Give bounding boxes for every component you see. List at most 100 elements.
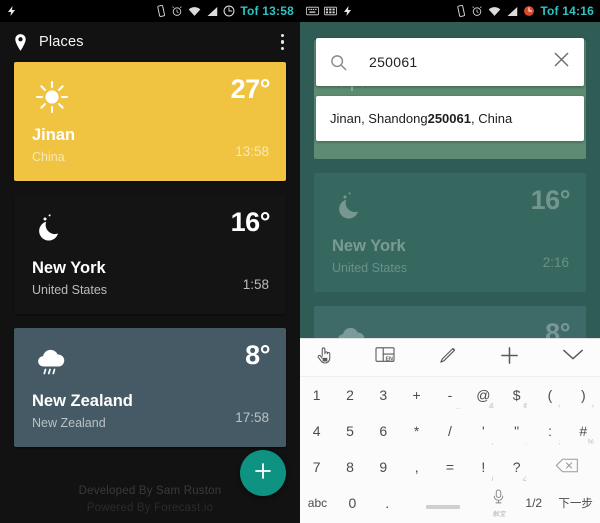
key-spacebar[interactable] xyxy=(405,485,482,521)
left-status-right-icons: Tof 13:58 xyxy=(156,4,294,18)
key-equals[interactable]: = xyxy=(433,449,466,485)
wifi-icon xyxy=(488,6,501,17)
key-slash[interactable]: / xyxy=(433,413,466,449)
key-minus[interactable]: - _ xyxy=(433,377,466,413)
key-paren-close[interactable]: ) › xyxy=(567,377,600,413)
key-label: 2 xyxy=(346,387,354,403)
key-paren-open[interactable]: (‹ xyxy=(533,377,566,413)
key-6[interactable]: 6 xyxy=(367,413,400,449)
key-3[interactable]: 3 xyxy=(367,377,400,413)
key-7[interactable]: 7 xyxy=(300,449,333,485)
place-pin-icon xyxy=(14,33,27,51)
key-label: ( xyxy=(547,387,553,403)
key-quote[interactable]: ". xyxy=(500,413,533,449)
key-at[interactable]: @ & xyxy=(467,377,500,413)
overflow-menu-icon[interactable] xyxy=(279,30,287,55)
search-bar[interactable]: 250061 xyxy=(316,38,584,86)
place-card-jinan[interactable]: 27° Jinan China 13:58 xyxy=(14,62,286,181)
key-next[interactable]: 下一步 xyxy=(551,485,600,521)
right-status-bar: Tof 14:16 xyxy=(300,0,600,22)
key-exclamation[interactable]: ! ¡ xyxy=(467,449,500,485)
card-time: 13:58 xyxy=(235,144,269,159)
key-9[interactable]: 9 xyxy=(367,449,400,485)
keyboard-icon xyxy=(306,6,319,16)
card-time: 17:58 xyxy=(235,410,269,425)
search-suggestion-item[interactable]: Jinan, Shandong 250061, China xyxy=(316,96,584,141)
right-status-left-icons xyxy=(306,5,354,17)
keyboard-row-4: abc 0 . 触宝 1/2 下一步 xyxy=(300,485,600,521)
hand-cursor-icon[interactable] xyxy=(316,346,333,370)
key-label: 1/2 xyxy=(525,496,543,510)
left-status-left-icons xyxy=(6,5,18,17)
action-bar: Places xyxy=(0,22,300,62)
key-label: 8 xyxy=(346,459,354,475)
key-4[interactable]: 4 xyxy=(300,413,333,449)
plus-icon[interactable] xyxy=(499,345,520,371)
key-voice-input[interactable]: 触宝 xyxy=(481,485,516,521)
overflow-dot xyxy=(280,33,284,38)
key-0[interactable]: 0 xyxy=(335,485,370,521)
key-asterisk[interactable]: * xyxy=(400,413,433,449)
suggestion-prefix: Jinan, Shandong xyxy=(330,111,428,126)
key-label: . xyxy=(385,495,390,511)
close-icon[interactable] xyxy=(553,51,570,73)
alarm-icon xyxy=(171,5,183,17)
key-2[interactable]: 2 xyxy=(333,377,366,413)
key-apostrophe[interactable]: ', xyxy=(467,413,500,449)
key-hash[interactable]: #% xyxy=(567,413,600,449)
add-place-button[interactable] xyxy=(240,450,286,496)
page-title: Places xyxy=(39,34,84,50)
spacebar-icon xyxy=(426,505,461,509)
microphone-icon xyxy=(492,488,505,509)
search-icon xyxy=(330,54,347,71)
left-status-bar: Tof 13:58 xyxy=(0,0,300,22)
left-carrier-label: Tof xyxy=(240,4,259,18)
key-sub-label: › xyxy=(591,401,594,410)
place-card-new-york[interactable]: 16° New York United States 1:58 xyxy=(14,195,286,314)
chevron-down-icon[interactable] xyxy=(562,348,584,367)
keyboard-layout-en-icon[interactable]: EN xyxy=(375,346,395,369)
key-label: : xyxy=(548,423,552,439)
card-temperature: 16° xyxy=(530,185,571,215)
key-label: = xyxy=(445,459,455,475)
key-plus[interactable]: + xyxy=(400,377,433,413)
key-page-indicator[interactable]: 1/2 xyxy=(516,485,551,521)
key-label: 下一步 xyxy=(558,498,593,510)
right-phone-panel: Tof 14:16 27° Jinan China 14:16 xyxy=(300,0,600,523)
keyboard-layout-icon xyxy=(324,6,337,16)
key-period[interactable]: . xyxy=(370,485,405,521)
key-label: ? xyxy=(512,459,521,475)
key-5[interactable]: 5 xyxy=(333,413,366,449)
key-label: ! xyxy=(481,459,486,475)
card-time: 2:16 xyxy=(542,255,569,270)
key-dollar[interactable]: $ ¢ xyxy=(500,377,533,413)
dimmed-place-card-new-york[interactable]: 16° New York United States 2:16 xyxy=(314,173,586,292)
card-country: China xyxy=(32,150,65,164)
key-sub-label: ¢ xyxy=(523,401,528,410)
key-sub-label: ‹ xyxy=(558,401,561,410)
overflow-dot xyxy=(280,46,284,51)
key-colon[interactable]: :; xyxy=(533,413,566,449)
dimmed-place-card-new-zealand[interactable]: 8° New Zealand New Zealand 18:16 xyxy=(314,306,586,338)
key-label: + xyxy=(412,387,421,403)
key-question[interactable]: ? ¿ xyxy=(500,449,533,485)
right-clock-time: 14:16 xyxy=(562,4,594,18)
key-abc[interactable]: abc xyxy=(300,485,335,521)
search-input[interactable]: 250061 xyxy=(369,54,418,70)
keyboard-toolbar: EN xyxy=(300,339,600,377)
left-phone-panel: Tof 13:58 Places 27° Jinan China 13:58 1… xyxy=(0,0,300,523)
backspace-icon xyxy=(555,458,579,476)
key-backspace[interactable] xyxy=(533,449,600,485)
key-label: , xyxy=(414,459,419,475)
wifi-icon xyxy=(188,6,201,17)
card-country: United States xyxy=(332,261,408,275)
key-comma[interactable]: , xyxy=(400,449,433,485)
place-card-new-zealand[interactable]: 8° New Zealand New Zealand 17:58 xyxy=(14,328,286,447)
pencil-icon[interactable] xyxy=(438,346,457,370)
rain-cloud-icon xyxy=(332,322,372,338)
key-label: " xyxy=(514,423,520,439)
rain-cloud-icon xyxy=(32,344,72,382)
key-1[interactable]: 1 xyxy=(300,377,333,413)
signal-icon xyxy=(206,6,218,17)
key-8[interactable]: 8 xyxy=(333,449,366,485)
